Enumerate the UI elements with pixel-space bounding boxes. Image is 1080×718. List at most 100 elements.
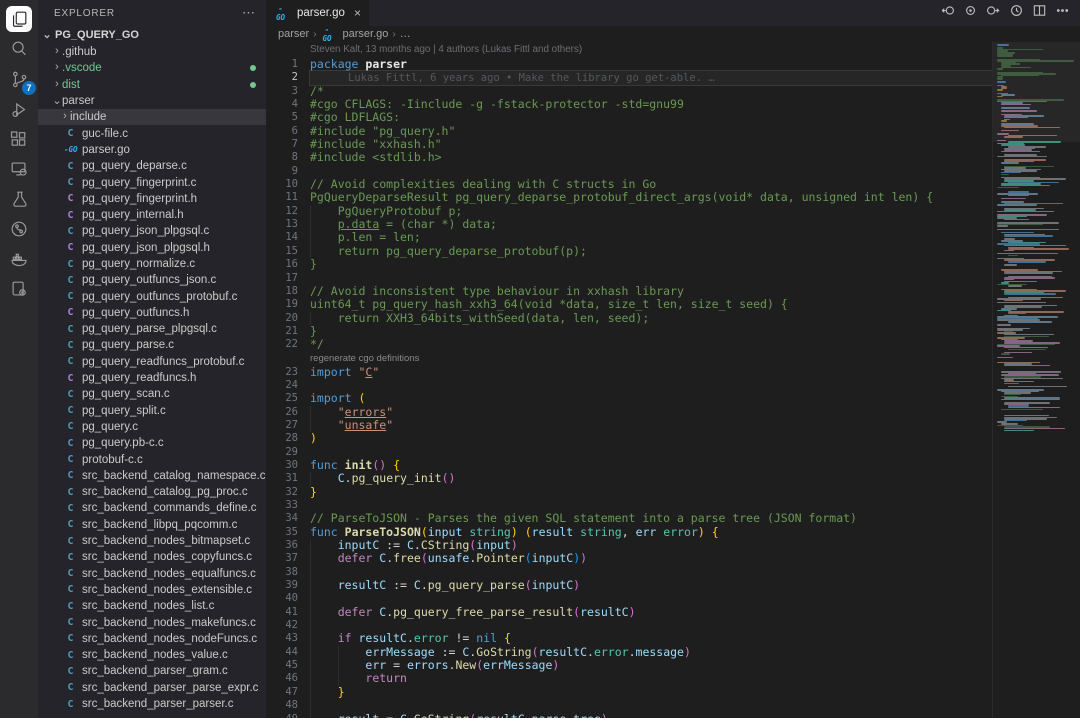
file-src_backend_commands_define.c[interactable]: Csrc_backend_commands_define.c (38, 500, 266, 516)
code-line-8[interactable]: 8#include <stdlib.h> (266, 151, 992, 164)
file-src_backend_parser_parse_expr.c[interactable]: Csrc_backend_parser_parse_expr.c (38, 680, 266, 696)
code-line-18[interactable]: 18// Avoid inconsistent type behaviour i… (266, 285, 992, 298)
file-src_backend_parser_parser.c[interactable]: Csrc_backend_parser_parser.c (38, 696, 266, 712)
file-guc-file.c[interactable]: Cguc-file.c (38, 125, 266, 141)
file-pg_query.pb-c.c[interactable]: Cpg_query.pb-c.c (38, 435, 266, 451)
file-protobuf-c.c[interactable]: Cprotobuf-c.c (38, 451, 266, 467)
file-src_backend_nodes_list.c[interactable]: Csrc_backend_nodes_list.c (38, 598, 266, 614)
code-line-19[interactable]: 19uint64_t pg_query_hash_xxh3_64(void *d… (266, 298, 992, 311)
code-line-11[interactable]: 11PgQueryDeparseResult pg_query_deparse_… (266, 191, 992, 204)
close-tab-icon[interactable]: × (354, 6, 361, 20)
file-src_backend_catalog_pg_proc.c[interactable]: Csrc_backend_catalog_pg_proc.c (38, 484, 266, 500)
code-line-12[interactable]: 12 PgQueryProtobuf p; (266, 205, 992, 218)
breadcrumb-file[interactable]: parser.go (343, 28, 389, 40)
file-src_backend_nodes_equalfuncs.c[interactable]: Csrc_backend_nodes_equalfuncs.c (38, 566, 266, 582)
code-line-21[interactable]: 21} (266, 325, 992, 338)
file-src_backend_libpq_pqcomm.c[interactable]: Csrc_backend_libpq_pqcomm.c (38, 517, 266, 533)
timeline-icon[interactable] (1009, 3, 1024, 23)
file-src_backend_nodes_extensible.c[interactable]: Csrc_backend_nodes_extensible.c (38, 582, 266, 598)
code-editor[interactable]: Steven Kalt, 13 months ago | 4 authors (… (266, 42, 1080, 718)
file-pg_query_readfuncs_protobuf.c[interactable]: Cpg_query_readfuncs_protobuf.c (38, 354, 266, 370)
code-line-25[interactable]: 25import ( (266, 392, 992, 405)
split-editor-icon[interactable] (1032, 3, 1047, 23)
code-line-47[interactable]: 47 } (266, 686, 992, 699)
code-line-10[interactable]: 10// Avoid complexities dealing with C s… (266, 178, 992, 191)
code-line-29[interactable]: 29 (266, 446, 992, 459)
explorer-icon[interactable] (6, 6, 32, 32)
code-line-3[interactable]: 3/* (266, 85, 992, 98)
gitlens-icon[interactable] (4, 214, 34, 244)
code-line-35[interactable]: 35func ParseToJSON(input string) (result… (266, 526, 992, 539)
previous-change-icon[interactable] (940, 3, 955, 23)
tab-parser-go[interactable]: -GO parser.go × (266, 0, 369, 26)
file-src_backend_parser_gram.c[interactable]: Csrc_backend_parser_gram.c (38, 663, 266, 679)
code-line-13[interactable]: 13 p.data = (char *) data; (266, 218, 992, 231)
file-src_backend_nodes_nodeFuncs.c[interactable]: Csrc_backend_nodes_nodeFuncs.c (38, 631, 266, 647)
folder-dist[interactable]: ›dist (38, 77, 266, 93)
docker-icon[interactable] (4, 244, 34, 274)
code-line-34[interactable]: 34// ParseToJSON - Parses the given SQL … (266, 512, 992, 525)
remote-explorer-icon[interactable] (4, 154, 34, 184)
code-line-43[interactable]: 43 if resultC.error != nil { (266, 632, 992, 645)
file-pg_query_fingerprint.c[interactable]: Cpg_query_fingerprint.c (38, 174, 266, 190)
compare-changes-icon[interactable] (963, 3, 978, 23)
code-line-30[interactable]: 30func init() { (266, 459, 992, 472)
code-line-39[interactable]: 39 resultC := C.pg_query_parse(inputC) (266, 579, 992, 592)
folder-.github[interactable]: ›.github (38, 44, 266, 60)
file-src_backend_nodes_value.c[interactable]: Csrc_backend_nodes_value.c (38, 647, 266, 663)
code-line-40[interactable]: 40 (266, 592, 992, 605)
code-line-5[interactable]: 5#cgo LDFLAGS: (266, 111, 992, 124)
run-and-debug-icon[interactable] (4, 94, 34, 124)
code-line-7[interactable]: 7#include "xxhash.h" (266, 138, 992, 151)
code-line-49[interactable]: 49 result = C.GoString(resultC.parse_tre… (266, 713, 992, 718)
file-pg_query_outfuncs_protobuf.c[interactable]: Cpg_query_outfuncs_protobuf.c (38, 288, 266, 304)
code-line-27[interactable]: 27 "unsafe" (266, 419, 992, 432)
code-line-48[interactable]: 48 (266, 699, 992, 712)
code-line-14[interactable]: 14 p.len = len; (266, 231, 992, 244)
file-src_backend_nodes_bitmapset.c[interactable]: Csrc_backend_nodes_bitmapset.c (38, 533, 266, 549)
source-control-icon[interactable]: 7 (4, 64, 34, 94)
file-gear-icon[interactable] (4, 274, 34, 304)
explorer-more-actions-icon[interactable]: ⋯ (242, 5, 256, 21)
file-src_backend_catalog_namespace.c[interactable]: Csrc_backend_catalog_namespace.c (38, 468, 266, 484)
code-line-9[interactable]: 9 (266, 165, 992, 178)
file-pg_query_deparse.c[interactable]: Cpg_query_deparse.c (38, 158, 266, 174)
file-pg_query_parse_plpgsql.c[interactable]: Cpg_query_parse_plpgsql.c (38, 321, 266, 337)
folder-include[interactable]: ›include (38, 109, 266, 125)
code-line-37[interactable]: 37 defer C.free(unsafe.Pointer(inputC)) (266, 552, 992, 565)
breadcrumb-folder[interactable]: parser (278, 28, 309, 40)
code-line-2[interactable]: 2Lukas Fittl, 6 years ago • Make the lib… (266, 71, 992, 84)
file-pg_query_json_plpgsql.h[interactable]: Cpg_query_json_plpgsql.h (38, 240, 266, 256)
codelens-link[interactable]: regenerate cgo definitions (310, 352, 992, 366)
file-pg_query_fingerprint.h[interactable]: Cpg_query_fingerprint.h (38, 191, 266, 207)
search-icon[interactable] (4, 34, 34, 64)
folder-parser[interactable]: ⌄parser (38, 93, 266, 109)
file-pg_query_readfuncs.h[interactable]: Cpg_query_readfuncs.h (38, 370, 266, 386)
code-line-24[interactable]: 24 (266, 379, 992, 392)
file-pg_query.c[interactable]: Cpg_query.c (38, 419, 266, 435)
extensions-icon[interactable] (4, 124, 34, 154)
file-pg_query_normalize.c[interactable]: Cpg_query_normalize.c (38, 256, 266, 272)
code-line-1[interactable]: 1package parser (266, 58, 992, 71)
breadcrumb-symbol[interactable]: … (400, 28, 411, 40)
file-pg_query_split.c[interactable]: Cpg_query_split.c (38, 403, 266, 419)
folder-.vscode[interactable]: ›.vscode (38, 60, 266, 76)
code-line-22[interactable]: 22*/ (266, 338, 992, 351)
code-line-36[interactable]: 36 inputC := C.CString(input) (266, 539, 992, 552)
code-line-28[interactable]: 28) (266, 432, 992, 445)
code-line-17[interactable]: 17 (266, 272, 992, 285)
file-pg_query_outfuncs_json.c[interactable]: Cpg_query_outfuncs_json.c (38, 272, 266, 288)
code-line-33[interactable]: 33 (266, 499, 992, 512)
file-pg_query_outfuncs.h[interactable]: Cpg_query_outfuncs.h (38, 305, 266, 321)
code-line-46[interactable]: 46 return (266, 672, 992, 685)
code-line-4[interactable]: 4#cgo CFLAGS: -Iinclude -g -fstack-prote… (266, 98, 992, 111)
file-src_backend_nodes_copyfuncs.c[interactable]: Csrc_backend_nodes_copyfuncs.c (38, 549, 266, 565)
more-actions-icon[interactable] (1055, 3, 1070, 23)
explorer-root-folder[interactable]: ⌄ PG_QUERY_GO (38, 26, 266, 44)
code-line-23[interactable]: 23import "C" (266, 366, 992, 379)
file-pg_query_scan.c[interactable]: Cpg_query_scan.c (38, 386, 266, 402)
testing-icon[interactable] (4, 184, 34, 214)
file-pg_query_internal.h[interactable]: Cpg_query_internal.h (38, 207, 266, 223)
code-line-44[interactable]: 44 errMessage := C.GoString(resultC.erro… (266, 646, 992, 659)
minimap[interactable] (992, 42, 1080, 718)
